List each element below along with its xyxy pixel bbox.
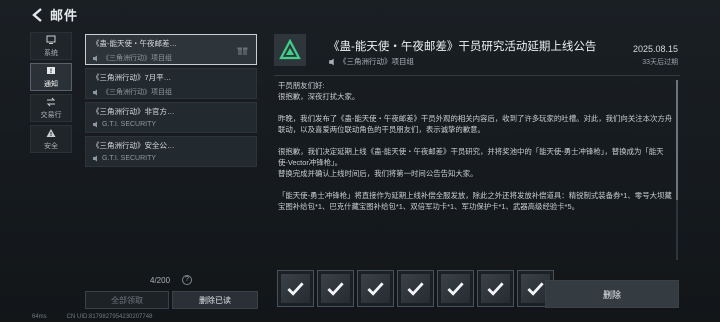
reward-list <box>277 270 554 307</box>
reward-item[interactable] <box>277 270 314 307</box>
page-title: 邮件 <box>50 8 79 23</box>
check-icon <box>327 282 344 296</box>
monitor-icon <box>46 35 56 44</box>
mail-counter: 4/200 <box>150 276 171 285</box>
message-body[interactable]: 干员朋友们好: 很抱歉，深夜打扰大家。 昨晚，我们发布了《蛊-能天使・午夜邮差》… <box>278 80 673 260</box>
reward-item[interactable] <box>317 270 354 307</box>
mail-subject: 《三角洲行动》非官方… <box>92 107 175 116</box>
speaker-icon <box>93 155 97 162</box>
check-icon <box>487 282 504 296</box>
reward-item[interactable] <box>357 270 394 307</box>
mail-sender-row: 《三角洲行动》项目组 <box>92 87 250 97</box>
sidebar-item-notice[interactable]: 通知 <box>30 63 72 91</box>
message-date: 2025.08.15 <box>632 44 678 54</box>
list-item[interactable]: 《三角洲行动》7月平… 《三角洲行动》项目组 <box>85 68 257 99</box>
message-paragraph: 很抱歉，我们决定延期上线《蛊-能天使・午夜邮差》干员研究，并将奖池中的「能天使-… <box>278 147 664 178</box>
reward-item[interactable] <box>437 270 474 307</box>
message-paragraph: 昨晚，我们发布了《蛊-能天使・午夜邮差》干员外观的相关内容后，收到了许多玩家的吐… <box>278 114 673 134</box>
message-panel: 《蛊-能天使・午夜邮差》干员研究活动延期上线公告 《三角洲行动》项目组 2025… <box>268 28 686 263</box>
message-paragraph: 「能天使-勇士冲锋枪」将直接作为延期上线补偿全服发放，除此之外还将发放补偿道具：… <box>278 191 672 211</box>
sidebar: 系统 通知 交易行 安全 <box>30 32 72 156</box>
mail-sender: G.T.I. SECURITY <box>102 155 157 162</box>
list-item[interactable]: 《蛊-能天使・午夜邮差… 《三角洲行动》项目组 <box>85 34 257 65</box>
speaker-icon <box>93 121 97 128</box>
delete-button[interactable]: 删除 <box>545 280 679 308</box>
message-title: 《蛊-能天使・午夜邮差》干员研究活动延期上线公告 <box>328 41 597 53</box>
speaker-icon <box>93 55 97 61</box>
speaker-icon <box>93 89 97 95</box>
reward-item[interactable] <box>477 270 514 307</box>
message-expire: 33天后过期 <box>642 59 678 66</box>
alert-icon <box>47 66 55 74</box>
mail-sender-row: 《三角洲行动》项目组 <box>92 53 250 63</box>
sender-logo <box>274 34 306 66</box>
mail-subject: 《三角洲行动》7月平… <box>92 73 172 82</box>
sidebar-item-trade[interactable]: 交易行 <box>30 94 72 122</box>
message-sender-row: 《三角洲行动》项目组 <box>328 56 414 67</box>
back-arrow-icon[interactable] <box>30 7 46 23</box>
mail-list: 《蛊-能天使・午夜邮差… 《三角洲行动》项目组 《三角洲行动》7月平… 《三角洲… <box>85 34 257 170</box>
trade-icon <box>46 97 56 106</box>
scrollbar[interactable] <box>676 80 678 260</box>
check-icon <box>447 282 464 296</box>
mail-sender: 《三角洲行动》项目组 <box>102 89 172 96</box>
sidebar-item-label: 交易行 <box>40 111 62 119</box>
mail-sender-row: G.T.I. SECURITY <box>92 155 250 162</box>
sidebar-item-label: 安全 <box>44 142 58 150</box>
gift-icon <box>237 47 248 55</box>
sidebar-item-label: 系统 <box>44 49 58 57</box>
mail-sender: 《三角洲行动》项目组 <box>102 55 172 62</box>
sidebar-item-label: 通知 <box>44 80 58 88</box>
mail-subject: 《三角洲行动》安全公… <box>92 141 175 150</box>
message-paragraph: 干员朋友们好: 很抱歉，深夜打扰大家。 <box>278 81 360 101</box>
speaker-icon <box>329 58 334 65</box>
check-icon <box>407 282 424 296</box>
delta-logo-icon <box>279 39 301 60</box>
scrollbar-thumb[interactable] <box>676 80 678 200</box>
check-icon <box>287 282 304 296</box>
list-item[interactable]: 《三角洲行动》非官方… G.T.I. SECURITY <box>85 102 257 133</box>
check-icon <box>367 282 384 296</box>
ping-value: 64ms <box>32 314 47 320</box>
sidebar-item-security[interactable]: 安全 <box>30 125 72 153</box>
help-icon[interactable]: ? <box>182 275 192 285</box>
uid-value: CN UID:8179827954230207748 <box>66 314 153 320</box>
mail-sender-row: G.T.I. SECURITY <box>92 121 250 128</box>
message-sender: 《三角洲行动》项目组 <box>339 57 414 66</box>
claim-all-button[interactable]: 全部领取 <box>85 291 169 309</box>
reward-item[interactable] <box>397 270 434 307</box>
mail-subject: 《蛊-能天使・午夜邮差… <box>92 39 177 48</box>
delete-read-button[interactable]: 删除已读 <box>172 291 258 309</box>
status-bar: 64ms CN UID:8179827954230207748 <box>32 314 152 320</box>
list-item[interactable]: 《三角洲行动》安全公… G.T.I. SECURITY <box>85 136 257 167</box>
sidebar-item-system[interactable]: 系统 <box>30 32 72 60</box>
warning-icon <box>46 128 56 137</box>
divider <box>274 75 680 76</box>
mail-sender: G.T.I. SECURITY <box>102 121 157 128</box>
header: 邮件 <box>0 0 720 28</box>
